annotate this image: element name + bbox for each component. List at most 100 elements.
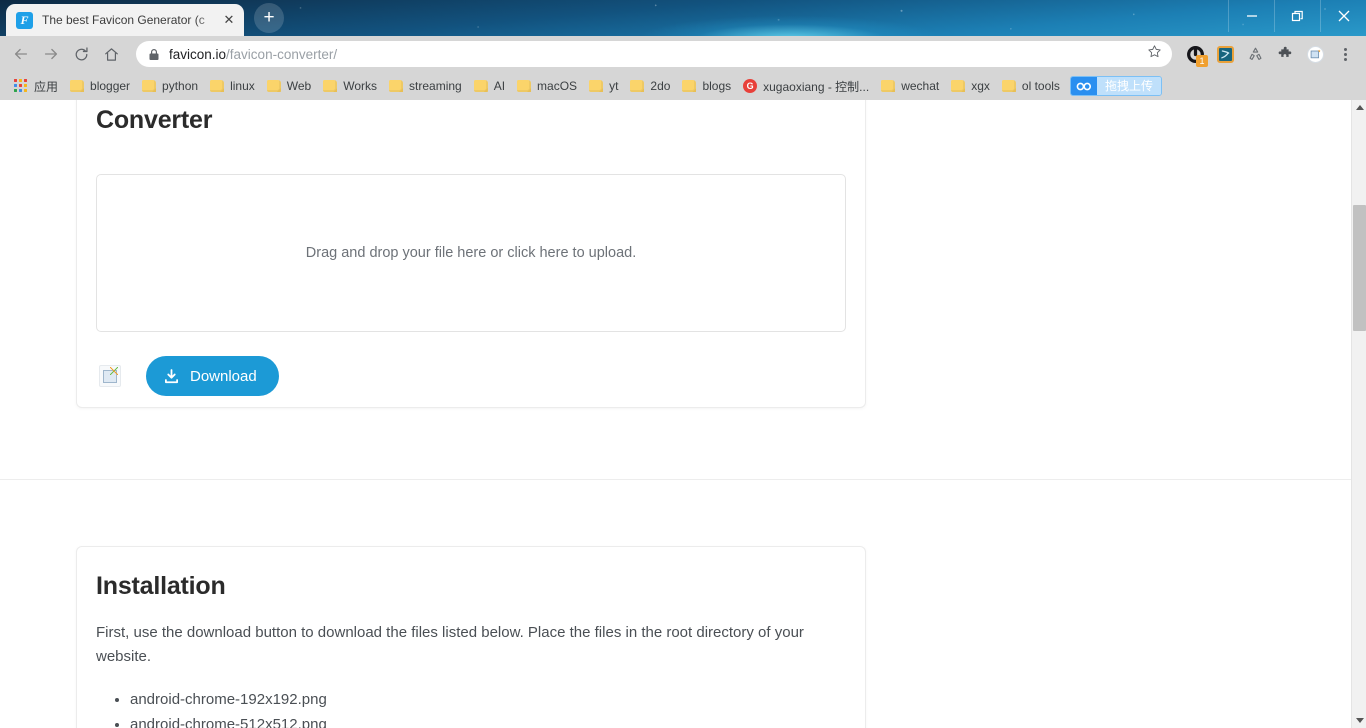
bookmark-item-yt[interactable]: yt [583, 75, 624, 97]
close-icon[interactable] [1320, 0, 1366, 32]
download-button[interactable]: Download [146, 356, 279, 396]
back-arrow-icon[interactable] [6, 39, 36, 69]
bookmark-item-web[interactable]: Web [261, 75, 317, 97]
converter-card: Converter Drag and drop your file here o… [76, 100, 866, 408]
url-path: /favicon-converter/ [226, 46, 338, 62]
broken-image-icon [99, 365, 121, 387]
folder-icon [210, 80, 225, 92]
installation-paragraph: First, use the download button to downlo… [96, 624, 804, 665]
minimize-icon[interactable] [1228, 0, 1274, 32]
apps-grid-icon [14, 79, 28, 93]
download-icon [164, 368, 179, 383]
bookmark-label: 应用 [34, 79, 59, 94]
bookmark-item-xugaoxiang[interactable]: xugaoxiang - 控制... [737, 75, 875, 97]
url-domain: favicon.io [169, 46, 227, 62]
bookmark-item-works[interactable]: Works [317, 75, 383, 97]
bookmark-item-streaming[interactable]: streaming [383, 75, 468, 97]
folder-icon [1001, 80, 1016, 92]
web-page-content: Converter Drag and drop your file here o… [0, 100, 1351, 728]
screenshot-extension-icon[interactable] [1300, 39, 1330, 69]
folder-icon [517, 80, 532, 92]
folder-icon [682, 80, 697, 92]
bookmark-label: macOS [537, 79, 578, 93]
scroll-up-arrow-icon[interactable] [1352, 100, 1366, 115]
folder-icon [323, 80, 338, 92]
bookmark-item-apps[interactable]: 应用 [8, 75, 64, 97]
bookmark-item-blogger[interactable]: blogger [64, 75, 136, 97]
bookmark-label: Works [343, 79, 378, 93]
desktop-wallpaper-glow [640, 16, 940, 36]
scrollbar-thumb[interactable] [1353, 205, 1366, 331]
site-icon [743, 79, 758, 93]
bookmark-item-blogs[interactable]: blogs [676, 75, 737, 97]
close-tab-icon[interactable]: ✕ [220, 11, 238, 29]
dropzone-text: Drag and drop your file here or click he… [305, 245, 637, 261]
tab-strip: F The best Favicon Generator (c ✕ + [0, 0, 1366, 36]
restore-icon[interactable] [1274, 0, 1320, 32]
new-tab-button[interactable]: + [254, 3, 284, 33]
page-viewport: Converter Drag and drop your file here o… [0, 100, 1366, 728]
bookmark-item-linux[interactable]: linux [204, 75, 261, 97]
lock-icon [148, 48, 160, 61]
bookmarks-bar: 应用 blogger python linux Web Works stream… [0, 72, 1366, 100]
window-controls [1228, 0, 1366, 32]
bookmark-label: blogger [90, 79, 131, 93]
bookmark-item-macos[interactable]: macOS [511, 75, 583, 97]
folder-icon [142, 80, 157, 92]
home-icon[interactable] [96, 39, 126, 69]
cloud-upload-button[interactable]: 拖拽上传 [1069, 76, 1162, 96]
folder-icon [589, 80, 604, 92]
installation-card: Installation First, use the download but… [76, 546, 866, 728]
navigation-toolbar: favicon.io/favicon-converter/ 1 [0, 36, 1366, 72]
bookmark-label: 2do [650, 79, 671, 93]
favicon-icon: F [16, 11, 33, 29]
folder-icon [266, 80, 281, 92]
extension-badge-count: 1 [1196, 55, 1208, 67]
recycle-extension-icon[interactable] [1240, 39, 1270, 69]
address-bar[interactable]: favicon.io/favicon-converter/ [136, 41, 1172, 67]
bookmark-label: python [162, 79, 199, 93]
bookmark-label: ol tools [1021, 79, 1060, 93]
bookmark-item-python[interactable]: python [136, 75, 204, 97]
bookmark-label: linux [230, 79, 255, 93]
bookmark-label: AI [493, 79, 506, 93]
section-divider [0, 479, 1351, 480]
tab-title: The best Favicon Generator (c [42, 13, 205, 27]
list-item: android-chrome-512x512.png [130, 712, 846, 728]
browser-window: F The best Favicon Generator (c ✕ + favi… [0, 0, 1366, 728]
grammar-extension-icon[interactable] [1210, 39, 1240, 69]
bookmark-label: streaming [409, 79, 462, 93]
cloud-upload-label: 拖拽上传 [1096, 77, 1161, 95]
reload-icon[interactable] [66, 39, 96, 69]
converter-actions: Download [96, 356, 846, 396]
installation-heading: Installation [96, 572, 226, 600]
bookmark-item-xgx[interactable]: xgx [945, 75, 996, 97]
folder-icon [881, 80, 896, 92]
file-dropzone[interactable]: Drag and drop your file here or click he… [96, 174, 846, 332]
bookmark-item-ol-tools[interactable]: ol tools [996, 75, 1066, 97]
folder-icon [951, 80, 966, 92]
baidu-cloud-icon [1070, 77, 1097, 95]
installation-file-list: android-chrome-192x192.png android-chrom… [96, 687, 846, 728]
bookmark-label: Web [286, 79, 312, 93]
puzzle-extensions-icon[interactable] [1270, 39, 1300, 69]
bookmark-item-ai[interactable]: AI [468, 75, 511, 97]
folder-icon [70, 80, 85, 92]
bookmark-label: wechat [901, 79, 940, 93]
converter-heading: Converter [96, 106, 213, 134]
forward-arrow-icon[interactable] [36, 39, 66, 69]
bookmark-item-2do[interactable]: 2do [624, 75, 676, 97]
extension-icons: 1 [1180, 39, 1360, 69]
vertical-scrollbar[interactable] [1351, 100, 1366, 728]
scroll-down-arrow-icon[interactable] [1352, 713, 1366, 728]
bookmark-label: blogs [702, 79, 732, 93]
bookmark-label: xgx [971, 79, 990, 93]
bookmark-star-icon[interactable] [1147, 44, 1162, 64]
folder-icon [473, 80, 488, 92]
adblock-extension-icon[interactable]: 1 [1180, 39, 1210, 69]
three-dot-menu-icon[interactable] [1330, 39, 1360, 69]
bookmark-item-wechat[interactable]: wechat [875, 75, 945, 97]
folder-icon [389, 80, 404, 92]
address-bar-url: favicon.io/favicon-converter/ [169, 47, 1147, 62]
browser-tab-active[interactable]: F The best Favicon Generator (c ✕ [6, 4, 244, 36]
